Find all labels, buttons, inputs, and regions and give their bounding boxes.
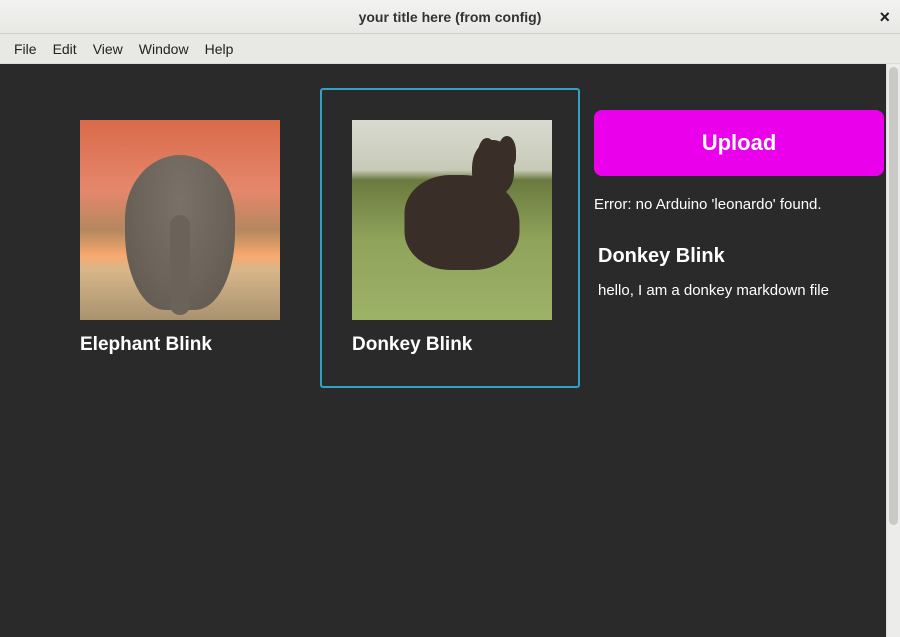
project-card-elephant[interactable]: Elephant Blink — [48, 88, 308, 388]
details-title: Donkey Blink — [598, 245, 880, 268]
card-title: Donkey Blink — [352, 334, 548, 356]
card-title: Elephant Blink — [80, 334, 276, 356]
menu-edit[interactable]: Edit — [45, 37, 85, 61]
upload-button[interactable]: Upload — [594, 110, 884, 176]
menu-help[interactable]: Help — [197, 37, 242, 61]
menubar: File Edit View Window Help — [0, 34, 900, 64]
main-content: Elephant Blink Donkey Blink Upload Error… — [0, 64, 886, 637]
window-title: your title here (from config) — [359, 9, 542, 25]
elephant-thumb — [80, 120, 280, 320]
vertical-scrollbar[interactable] — [886, 64, 900, 637]
details-panel: Upload Error: no Arduino 'leonardo' foun… — [592, 88, 882, 388]
menu-view[interactable]: View — [85, 37, 131, 61]
menu-window[interactable]: Window — [131, 37, 197, 61]
menu-file[interactable]: File — [6, 37, 45, 61]
donkey-thumb — [352, 120, 552, 320]
project-card-donkey[interactable]: Donkey Blink — [320, 88, 580, 388]
scrollbar-thumb[interactable] — [889, 67, 898, 525]
close-icon[interactable]: × — [879, 8, 890, 26]
details-description: hello, I am a donkey markdown file — [598, 282, 880, 299]
error-message: Error: no Arduino 'leonardo' found. — [594, 196, 880, 213]
window-titlebar: your title here (from config) × — [0, 0, 900, 34]
